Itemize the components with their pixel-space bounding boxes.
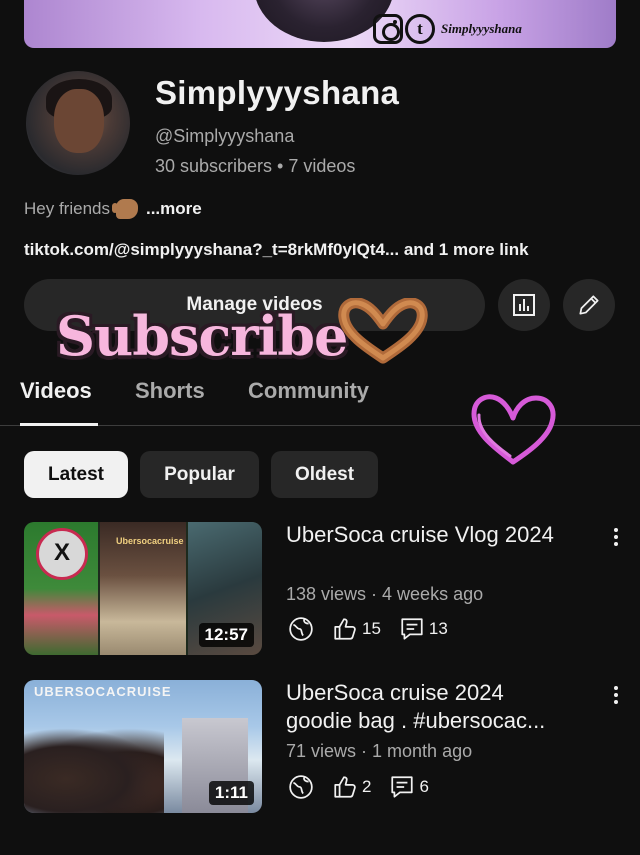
video-title[interactable]: UberSoca cruise Vlog 2024	[286, 521, 596, 549]
video-options-button[interactable]	[606, 522, 626, 552]
globe-icon	[286, 772, 316, 802]
analytics-button[interactable]	[498, 279, 550, 331]
heart-hands-emoji	[338, 298, 428, 364]
like-count: 2	[362, 777, 372, 796]
channel-name: Simplyyyshana	[155, 74, 400, 111]
banner-social-row: t Simplyyyshana	[373, 14, 522, 44]
channel-links[interactable]: tiktok.com/@simplyyyshana?_t=8rkMf0yIQt4…	[24, 240, 529, 260]
edit-channel-button[interactable]	[563, 279, 615, 331]
video-meta: 71 views · 1 month ago	[286, 741, 473, 761]
channel-handle: @Simplyyyshana	[155, 126, 295, 146]
description-text: Hey friends	[24, 199, 110, 218]
analytics-icon	[513, 294, 535, 316]
cruise-logo	[36, 528, 88, 580]
instagram-icon	[373, 14, 403, 44]
video-options-button[interactable]	[606, 680, 626, 710]
video-title[interactable]: UberSoca cruise 2024 goodie bag . #ubers…	[286, 679, 596, 735]
channel-stats: 30 subscribers • 7 videos	[155, 156, 356, 176]
video-stats-row: 15 13	[286, 614, 464, 644]
channel-banner: t Simplyyyshana	[24, 0, 616, 48]
chip-popular[interactable]: Popular	[140, 451, 259, 498]
more-link[interactable]: ...more	[146, 199, 202, 219]
video-duration: 1:11	[208, 781, 254, 805]
thumbnail-text: Ubersocacruise	[116, 536, 184, 546]
active-tab-underline	[20, 423, 98, 426]
tumblr-icon: t	[405, 14, 435, 44]
channel-description[interactable]: Hey friends ...more	[24, 199, 202, 219]
globe-icon	[286, 614, 316, 644]
video-thumbnail[interactable]: UBERSOCACRUISE 1:11	[24, 680, 262, 813]
chip-latest[interactable]: Latest	[24, 451, 128, 498]
comment-icon	[387, 772, 417, 802]
more-vert-icon	[614, 686, 618, 704]
thumbs-up-icon	[330, 614, 360, 644]
banner-handle: Simplyyyshana	[441, 21, 522, 36]
subscribe-sticker: Subscribe	[56, 304, 348, 368]
pink-heart-doodle	[471, 394, 556, 465]
comment-count: 6	[419, 777, 429, 796]
tab-community[interactable]: Community	[248, 378, 369, 404]
channel-avatar[interactable]	[26, 71, 130, 175]
comment-icon	[397, 614, 427, 644]
pencil-icon	[579, 295, 599, 315]
video-meta: 138 views · 4 weeks ago	[286, 584, 484, 604]
tab-shorts[interactable]: Shorts	[135, 378, 205, 404]
like-count: 15	[362, 619, 381, 638]
video-stats-row: 2 6	[286, 772, 445, 802]
video-duration: 12:57	[198, 623, 254, 647]
chip-oldest[interactable]: Oldest	[271, 451, 378, 498]
tab-videos[interactable]: Videos	[20, 378, 92, 404]
more-vert-icon	[614, 528, 618, 546]
waving-hand-emoji	[111, 199, 138, 219]
comment-count: 13	[428, 619, 448, 638]
thumbnail-text: UBERSOCACRUISE	[34, 684, 172, 699]
video-thumbnail[interactable]: Ubersocacruise 12:57	[24, 522, 262, 655]
thumbs-up-icon	[330, 772, 360, 802]
